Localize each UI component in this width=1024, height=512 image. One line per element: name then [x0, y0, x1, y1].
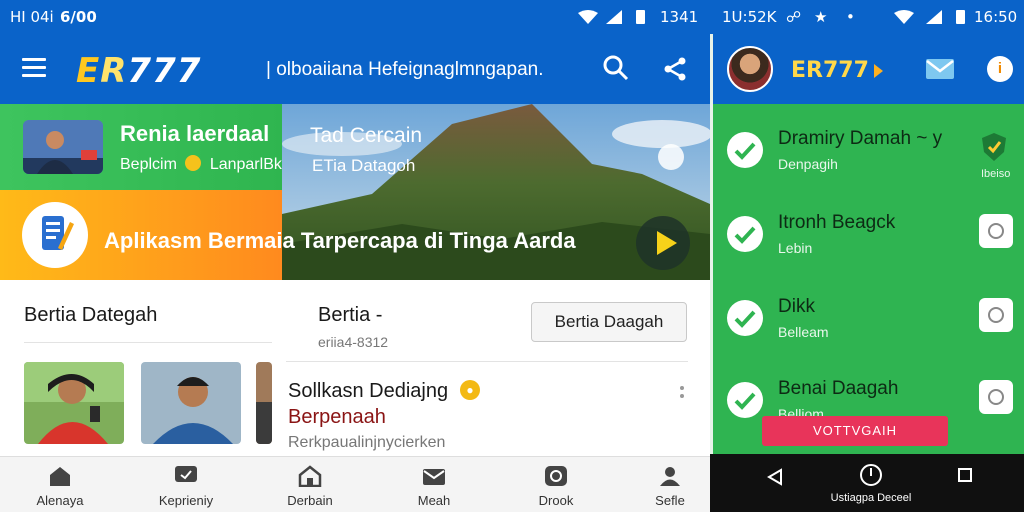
section-title: Bertia Dategah [24, 304, 158, 326]
article-meta: Rerkpaualinjnycierken [288, 434, 446, 451]
block2-title: Bertia - [318, 304, 383, 326]
arrow-right-icon [874, 64, 883, 78]
right-panel: ER777 i Dramiry Damah ~ y Denpagih Ibeis… [710, 34, 1024, 454]
news-photo-3[interactable] [256, 362, 272, 444]
signal-icon [606, 8, 622, 26]
nav-item-mail[interactable]: Meah [374, 457, 494, 512]
envelope-icon[interactable] [925, 58, 955, 80]
recents-icon[interactable] [958, 468, 972, 482]
block2-button[interactable]: Bertia Daagah [531, 302, 687, 342]
home-icon [48, 465, 72, 487]
section-divider [24, 342, 272, 343]
battery-icon [636, 8, 645, 26]
block2-divider [286, 361, 688, 362]
promo-banner-green[interactable]: Renia laerdaal Beplcim LanparlBk [0, 104, 282, 190]
house-icon [298, 465, 322, 488]
list-item[interactable]: Dramiry Damah ~ y Denpagih Ibeiso [713, 118, 1024, 202]
info-icon[interactable]: i [987, 56, 1013, 82]
article-subtitle: Berpenaah [288, 406, 386, 428]
app-bar-title: | olboaiiana Hefeignaglmngapan. [266, 59, 544, 80]
power-icon[interactable] [860, 464, 882, 486]
wifi-icon-right [894, 8, 914, 26]
promo1-subtitle: Beplcim LanparlBk [120, 155, 282, 173]
check-icon [727, 216, 763, 252]
bottom-nav: Alenaya Keprieniy Derbain Meah Drook Sef… [0, 456, 710, 512]
alarm-icon: ★ [814, 8, 828, 26]
shield-label: Ibeiso [981, 168, 1011, 180]
nav-item-message[interactable]: Drook [496, 457, 616, 512]
check-icon [727, 300, 763, 336]
share-icon[interactable] [662, 56, 694, 88]
check-icon [727, 382, 763, 418]
content-area: Bertia Dategah Bertia - eriia4-8312 Bert… [0, 280, 710, 456]
status-time-mid: 1341 [660, 8, 699, 26]
radio-toggle[interactable] [979, 214, 1013, 248]
list-item[interactable]: Dikk Belleam [713, 286, 1024, 370]
shield-icon [981, 132, 1007, 162]
menu-icon[interactable] [22, 58, 46, 78]
back-icon[interactable] [766, 468, 784, 486]
wifi-icon [578, 8, 598, 26]
news-photo-1[interactable] [24, 362, 124, 444]
block2-subtitle: eriia4-8312 [318, 334, 389, 350]
coin-icon [185, 155, 202, 171]
app-logo[interactable]: ER777 [76, 51, 201, 91]
more-vertical-icon[interactable] [680, 386, 684, 406]
more-dots-icon: • [846, 8, 855, 26]
status-time-left: HI 04i [10, 8, 54, 26]
message-icon [544, 465, 568, 487]
hero-subtitle: ETia Datagoh [312, 156, 416, 175]
profile-icon [658, 465, 682, 487]
check-icon [727, 132, 763, 168]
nav-item-house[interactable]: Derbain [250, 457, 370, 512]
action-button[interactable]: VOTTVGAIH [762, 416, 948, 446]
search-icon[interactable] [602, 54, 634, 86]
right-panel-header: ER777 i [713, 34, 1024, 104]
mail-icon [422, 465, 446, 487]
app-screen: HI 04i 6/00 1341 1U:52K ☍ ★ • 16:50 ER77… [0, 0, 1024, 512]
article-title[interactable]: Sollkasn Dediajng [288, 380, 448, 403]
list-item[interactable]: Itronh Beagck Lebin [713, 202, 1024, 286]
promo-thumbnail [23, 120, 103, 174]
system-nav-label: Ustiagpa Deceel [830, 492, 912, 504]
news-photo-2[interactable] [141, 362, 241, 444]
app-bar: ER777 | olboaiiana Hefeignaglmngapan. [0, 34, 710, 104]
system-nav-bar: Ustiagpa Deceel [710, 454, 1024, 512]
status-bar: HI 04i 6/00 1341 1U:52K ☍ ★ • 16:50 [0, 0, 1024, 34]
signal-icon-right [926, 8, 942, 26]
chat-icon [174, 465, 198, 487]
avatar[interactable] [727, 46, 773, 92]
play-icon[interactable] [636, 216, 690, 270]
nav-item-chat[interactable]: Keprieniy [126, 457, 246, 512]
hero-title: Tad Cercain [310, 124, 423, 147]
nav-item-home[interactable]: Alenaya [0, 457, 120, 512]
nfc-icon: ☍ [786, 8, 802, 26]
coin-badge-icon: ● [460, 380, 480, 400]
radio-toggle[interactable] [979, 380, 1013, 414]
hero-badge-icon [658, 144, 684, 170]
promo2-text: Aplikasm Bermaia Tarpercapa di Tinga Aar… [104, 228, 576, 253]
promo1-title: Renia laerdaal [120, 121, 270, 146]
battery-icon-right [956, 8, 965, 26]
status-time-right: 1U:52K [722, 8, 777, 26]
status-clock-right: 16:50 [974, 8, 1018, 26]
clipboard-icon [22, 202, 88, 268]
status-extra: 6/00 [60, 8, 97, 26]
right-panel-logo: ER777 [791, 58, 869, 83]
radio-toggle[interactable] [979, 298, 1013, 332]
